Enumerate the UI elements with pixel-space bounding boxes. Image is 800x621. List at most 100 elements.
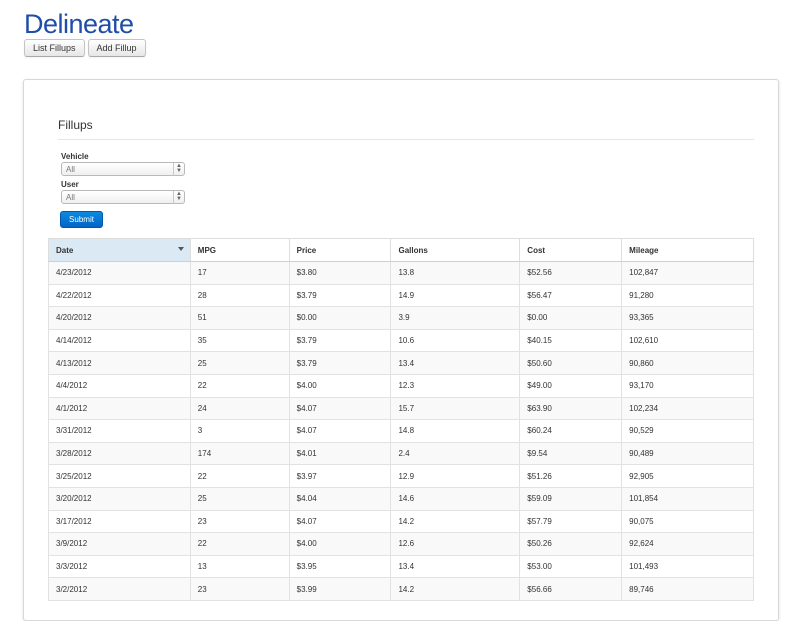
date-cell: 3/9/2012 bbox=[48, 532, 191, 556]
vehicle-select[interactable]: All ▲ ▼ bbox=[61, 162, 185, 176]
cost-cell: $56.47 bbox=[519, 283, 623, 308]
cost-cell: $9.54 bbox=[519, 441, 623, 466]
mileage-cell: 90,489 bbox=[621, 441, 754, 466]
table-row: 4/13/2012 25 $3.79 13.4 $50.60 90,860 bbox=[48, 351, 754, 375]
column-header-gallons[interactable]: Gallons bbox=[390, 238, 521, 262]
gallons-cell: 14.2 bbox=[390, 509, 521, 534]
vehicle-select-value: All bbox=[66, 165, 75, 174]
mileage-cell: 102,847 bbox=[621, 261, 754, 285]
mpg-cell: 23 bbox=[189, 577, 290, 601]
date-cell: 4/20/2012 bbox=[48, 306, 191, 330]
table-row: 4/4/2012 22 $4.00 12.3 $49.00 93,170 bbox=[48, 373, 754, 398]
table-row: 3/17/2012 23 $4.07 14.2 $57.79 90,075 bbox=[48, 509, 754, 534]
price-cell: $3.79 bbox=[288, 328, 392, 353]
mpg-cell: 3 bbox=[189, 419, 290, 443]
gallons-cell: 13.4 bbox=[390, 554, 521, 579]
app-title: Delineate bbox=[24, 9, 134, 39]
column-header-date[interactable]: Date bbox=[48, 238, 191, 262]
vehicle-label: Vehicle bbox=[61, 152, 89, 161]
gallons-cell: 12.9 bbox=[390, 464, 521, 488]
select-arrows-icon: ▲ ▼ bbox=[173, 163, 184, 176]
table-row: 3/2/2012 23 $3.99 14.2 $56.66 89,746 bbox=[48, 577, 754, 601]
mpg-cell: 24 bbox=[189, 396, 290, 421]
cost-cell: $49.00 bbox=[519, 373, 623, 398]
mileage-cell: 93,365 bbox=[621, 306, 754, 330]
cost-cell: $63.90 bbox=[519, 396, 623, 421]
list-fillups-button[interactable]: List Fillups bbox=[24, 39, 85, 57]
mpg-cell: 22 bbox=[189, 464, 290, 488]
mpg-cell: 174 bbox=[189, 441, 290, 466]
price-cell: $3.97 bbox=[288, 464, 392, 488]
table-row: 3/9/2012 22 $4.00 12.6 $50.26 92,624 bbox=[48, 532, 754, 556]
mpg-cell: 22 bbox=[189, 373, 290, 398]
date-cell: 3/17/2012 bbox=[48, 509, 191, 534]
column-header-price[interactable]: Price bbox=[288, 238, 392, 262]
price-cell: $3.95 bbox=[288, 554, 392, 579]
mpg-cell: 35 bbox=[189, 328, 290, 353]
mileage-cell: 101,854 bbox=[621, 486, 754, 511]
mpg-cell: 28 bbox=[189, 283, 290, 308]
price-cell: $3.79 bbox=[288, 351, 392, 375]
date-cell: 3/3/2012 bbox=[48, 554, 191, 579]
date-cell: 4/14/2012 bbox=[48, 328, 191, 353]
cost-cell: $57.79 bbox=[519, 509, 623, 534]
gallons-cell: 13.4 bbox=[390, 351, 521, 375]
mileage-cell: 101,493 bbox=[621, 554, 754, 579]
table-row: 3/25/2012 22 $3.97 12.9 $51.26 92,905 bbox=[48, 464, 754, 488]
date-cell: 4/23/2012 bbox=[48, 261, 191, 285]
mileage-cell: 102,610 bbox=[621, 328, 754, 353]
sort-descending-icon bbox=[177, 247, 184, 251]
cost-cell: $50.60 bbox=[519, 351, 623, 375]
column-header-label: Price bbox=[296, 245, 317, 255]
submit-button[interactable]: Submit bbox=[60, 211, 103, 228]
fillups-panel: Fillups Vehicle All ▲ ▼ User All ▲ ▼ Submi… bbox=[23, 79, 779, 621]
date-cell: 4/1/2012 bbox=[48, 396, 191, 421]
mileage-cell: 102,234 bbox=[621, 396, 754, 421]
column-header-mileage[interactable]: Mileage bbox=[621, 238, 754, 262]
mileage-cell: 92,624 bbox=[621, 532, 754, 556]
column-header-label: Gallons bbox=[398, 245, 428, 255]
gallons-cell: 10.6 bbox=[390, 328, 521, 353]
mileage-cell: 90,529 bbox=[621, 419, 754, 443]
column-header-label: Date bbox=[56, 245, 74, 255]
mileage-cell: 92,905 bbox=[621, 464, 754, 488]
mpg-cell: 25 bbox=[189, 486, 290, 511]
column-header-mpg[interactable]: MPG bbox=[189, 238, 290, 262]
cost-cell: $56.66 bbox=[519, 577, 623, 601]
gallons-cell: 2.4 bbox=[390, 441, 521, 466]
panel-heading: Fillups bbox=[58, 118, 93, 132]
gallons-cell: 13.8 bbox=[390, 261, 521, 285]
date-cell: 3/2/2012 bbox=[48, 577, 191, 601]
mileage-cell: 93,170 bbox=[621, 373, 754, 398]
date-cell: 3/31/2012 bbox=[48, 419, 191, 443]
date-cell: 3/25/2012 bbox=[48, 464, 191, 488]
table-row: 4/1/2012 24 $4.07 15.7 $63.90 102,234 bbox=[48, 396, 754, 421]
cost-cell: $60.24 bbox=[519, 419, 623, 443]
table-header-row: Date MPG Price Gallons Cost Mileage bbox=[48, 238, 754, 262]
fillups-table: Date MPG Price Gallons Cost Mileage 4/23… bbox=[48, 238, 754, 601]
user-select[interactable]: All ▲ ▼ bbox=[61, 190, 185, 204]
mpg-cell: 13 bbox=[189, 554, 290, 579]
column-header-cost[interactable]: Cost bbox=[519, 238, 623, 262]
price-cell: $3.80 bbox=[288, 261, 392, 285]
gallons-cell: 3.9 bbox=[390, 306, 521, 330]
table-row: 4/22/2012 28 $3.79 14.9 $56.47 91,280 bbox=[48, 283, 754, 308]
date-cell: 4/22/2012 bbox=[48, 283, 191, 308]
price-cell: $4.00 bbox=[288, 532, 392, 556]
gallons-cell: 12.6 bbox=[390, 532, 521, 556]
gallons-cell: 14.2 bbox=[390, 577, 521, 601]
cost-cell: $53.00 bbox=[519, 554, 623, 579]
gallons-cell: 15.7 bbox=[390, 396, 521, 421]
mileage-cell: 89,746 bbox=[621, 577, 754, 601]
mpg-cell: 17 bbox=[189, 261, 290, 285]
gallons-cell: 12.3 bbox=[390, 373, 521, 398]
column-header-label: Cost bbox=[527, 245, 546, 255]
table-row: 4/14/2012 35 $3.79 10.6 $40.15 102,610 bbox=[48, 328, 754, 353]
select-arrows-icon: ▲ ▼ bbox=[173, 191, 184, 204]
add-fillup-button[interactable]: Add Fillup bbox=[87, 39, 146, 57]
cost-cell: $50.26 bbox=[519, 532, 623, 556]
price-cell: $3.79 bbox=[288, 283, 392, 308]
mpg-cell: 23 bbox=[189, 509, 290, 534]
cost-cell: $40.15 bbox=[519, 328, 623, 353]
cost-cell: $0.00 bbox=[519, 306, 623, 330]
